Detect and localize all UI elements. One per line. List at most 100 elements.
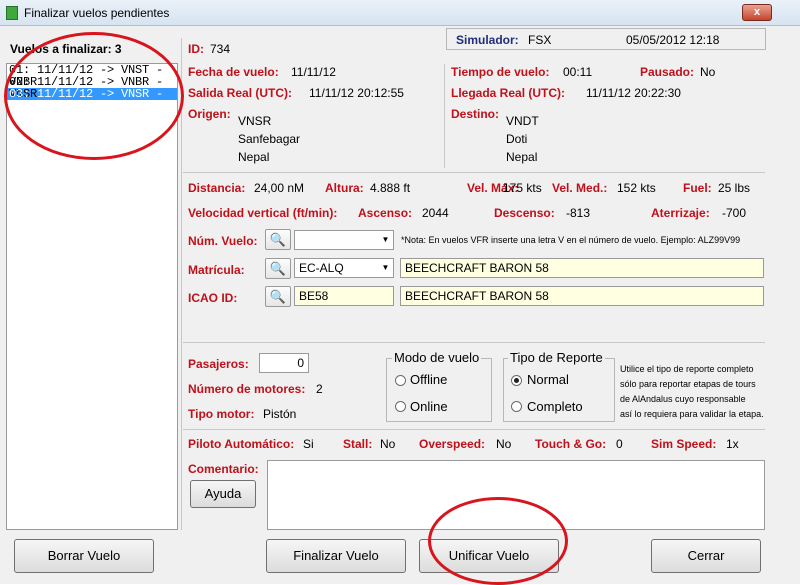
id-value: 734 — [210, 42, 231, 56]
app-icon — [6, 6, 18, 20]
tipo-reporte-title: Tipo de Reporte — [508, 350, 605, 365]
completo-radio[interactable] — [511, 401, 522, 412]
icao-label: ICAO ID: — [188, 291, 238, 305]
offline-radio[interactable] — [395, 375, 406, 386]
chevron-down-icon[interactable]: ▼ — [378, 231, 393, 249]
descenso-value: -813 — [566, 206, 591, 220]
stall-value: No — [380, 437, 396, 451]
stall-label: Stall: — [343, 437, 373, 451]
simspeed-label: Sim Speed: — [651, 437, 717, 451]
pasajeros-label: Pasajeros: — [188, 357, 249, 371]
destino-country: Nepal — [506, 150, 538, 164]
completo-label[interactable]: Completo — [527, 399, 583, 414]
motores-label: Número de motores: — [188, 382, 306, 396]
fecha-value: 11/11/12 — [291, 65, 336, 79]
icao-description: BEECHCRAFT BARON 58 — [400, 286, 764, 306]
matricula-value: EC-ALQ — [299, 261, 344, 275]
salida-label: Salida Real (UTC): — [188, 86, 293, 100]
vfr-note: *Nota: En vuelos VFR inserte una letra V… — [401, 235, 741, 245]
tipo-motor-label: Tipo motor: — [188, 407, 255, 421]
distancia-label: Distancia: — [188, 181, 246, 195]
origen-city: Sanfebagar — [238, 132, 301, 146]
separator — [183, 172, 765, 173]
cerrar-button[interactable]: Cerrar — [651, 539, 761, 573]
destino-city: Doti — [506, 132, 528, 146]
magnifier-icon[interactable]: 🔍 — [265, 229, 291, 250]
title-bar: Finalizar vuelos pendientes x — [0, 0, 800, 26]
origen-code: VNSR — [238, 114, 272, 128]
ayuda-button[interactable]: Ayuda — [190, 480, 256, 508]
matricula-label: Matrícula: — [188, 263, 245, 277]
fecha-label: Fecha de vuelo: — [188, 65, 279, 79]
ascenso-value: 2044 — [422, 206, 449, 220]
num-vuelo-combo[interactable]: ▼ — [294, 230, 394, 250]
report-note-line: Utilice el tipo de reporte completo — [620, 364, 754, 374]
origen-country: Nepal — [238, 150, 270, 164]
id-label: ID: — [188, 42, 204, 56]
num-vuelo-label: Núm. Vuelo: — [188, 234, 258, 248]
simspeed-value: 1x — [726, 437, 739, 451]
simulador-label: Simulador: — [456, 33, 519, 47]
aterrizaje-label: Aterrizaje: — [651, 206, 710, 220]
llegada-value: 11/11/12 20:22:30 — [586, 86, 681, 100]
fuel-label: Fuel: — [683, 181, 712, 195]
report-note-line: de AlAndalus cuyo responsable — [620, 394, 746, 404]
offline-label[interactable]: Offline — [410, 372, 447, 387]
overspeed-label: Overspeed: — [419, 437, 486, 451]
piloto-value: Si — [303, 437, 314, 451]
online-label[interactable]: Online — [410, 399, 448, 414]
velmax-value: 175 kts — [503, 181, 542, 195]
pasajeros-input[interactable]: 0 — [259, 353, 309, 373]
altura-label: Altura: — [325, 181, 364, 195]
pausado-label: Pausado: — [640, 65, 695, 79]
tipo-motor-value: Pistón — [263, 407, 297, 421]
altura-value: 4.888 ft — [370, 181, 411, 195]
velmed-label: Vel. Med.: — [552, 181, 608, 195]
sim-datetime: 05/05/2012 12:18 — [626, 33, 720, 47]
comentario-label: Comentario: — [188, 462, 259, 476]
simulador-value: FSX — [528, 33, 552, 47]
magnifier-icon: 🔍 — [265, 286, 291, 307]
tiempo-value: 00:11 — [563, 65, 593, 79]
normal-radio[interactable] — [511, 375, 522, 386]
touchgo-value: 0 — [616, 437, 623, 451]
matricula-description: BEECHCRAFT BARON 58 — [400, 258, 764, 278]
vertical-speed-label: Velocidad vertical (ft/min): — [188, 206, 338, 220]
matricula-combo[interactable]: EC-ALQ ▼ — [294, 258, 394, 278]
tiempo-label: Tiempo de vuelo: — [451, 65, 550, 79]
annotation-circle — [4, 32, 184, 160]
separator — [183, 429, 765, 430]
piloto-label: Piloto Automático: — [188, 437, 295, 451]
descenso-label: Descenso: — [494, 206, 555, 220]
close-icon: x — [753, 6, 761, 18]
fuel-value: 25 lbs — [718, 181, 751, 195]
destino-label: Destino: — [451, 107, 499, 121]
magnifier-icon[interactable]: 🔍 — [265, 258, 291, 279]
finalizar-vuelo-button[interactable]: Finalizar Vuelo — [266, 539, 406, 573]
icao-field: BE58 — [294, 286, 394, 306]
overspeed-value: No — [496, 437, 512, 451]
llegada-label: Llegada Real (UTC): — [451, 86, 566, 100]
distancia-value: 24,00 nM — [254, 181, 305, 195]
aterrizaje-value: -700 — [722, 206, 747, 220]
modo-vuelo-title: Modo de vuelo — [392, 350, 482, 365]
normal-label[interactable]: Normal — [527, 372, 569, 387]
origin-dest-divider — [444, 64, 445, 168]
destino-code: VNDT — [506, 114, 539, 128]
pausado-value: No — [700, 65, 716, 79]
touchgo-label: Touch & Go: — [535, 437, 607, 451]
borrar-vuelo-button[interactable]: Borrar Vuelo — [14, 539, 154, 573]
report-note-line: sólo para reportar etapas de tours — [620, 379, 756, 389]
close-button[interactable]: x — [742, 4, 772, 21]
separator — [183, 342, 765, 343]
salida-value: 11/11/12 20:12:55 — [309, 86, 404, 100]
velmed-value: 152 kts — [617, 181, 656, 195]
annotation-circle — [428, 497, 568, 585]
online-radio[interactable] — [395, 401, 406, 412]
chevron-down-icon[interactable]: ▼ — [378, 259, 393, 277]
origen-label: Origen: — [188, 107, 231, 121]
window-title: Finalizar vuelos pendientes — [24, 6, 170, 20]
report-note-line: así lo requiera para validar la etapa. — [620, 409, 764, 419]
motores-value: 2 — [316, 382, 323, 396]
ascenso-label: Ascenso: — [358, 206, 413, 220]
